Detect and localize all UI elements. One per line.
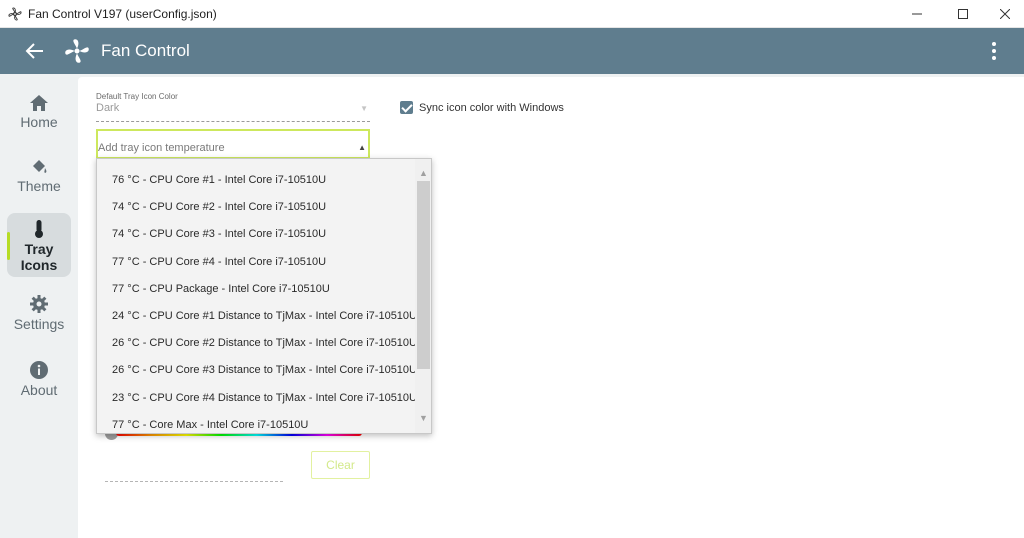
- app-title: Fan Control: [101, 41, 190, 60]
- gear-icon: [30, 295, 48, 313]
- scroll-down-icon[interactable]: ▼: [415, 410, 431, 427]
- window-titlebar: Fan Control V197 (userConfig.json): [0, 0, 1024, 28]
- dropdown-option[interactable]: 23 °C - CPU Core #4 Distance to TjMax - …: [97, 385, 417, 412]
- dropdown-option[interactable]: 26 °C - CPU Core #2 Distance to TjMax - …: [97, 330, 417, 357]
- clear-button[interactable]: Clear: [311, 451, 370, 479]
- temperature-dropdown-list[interactable]: 76 °C - CPU Core #1 - Intel Core i7-1051…: [96, 158, 432, 434]
- chevron-down-icon: ▼: [360, 104, 368, 113]
- nav-label-home: Home: [20, 114, 58, 130]
- dropdown-option[interactable]: 74 °C - CPU Core #2 - Intel Core i7-1051…: [97, 194, 415, 221]
- arrow-left-icon[interactable]: [24, 40, 46, 62]
- dropdown-items: 76 °C - CPU Core #1 - Intel Core i7-1051…: [97, 159, 417, 433]
- field-underline: [105, 481, 283, 482]
- home-icon: [30, 95, 48, 111]
- add-tray-temperature-combobox[interactable]: Add tray icon temperature ▲: [96, 129, 370, 159]
- dropdown-option[interactable]: 24 °C - CPU Core #1 Distance to TjMax - …: [97, 303, 417, 330]
- scrollbar-thumb[interactable]: [417, 181, 430, 369]
- nav-item-theme[interactable]: Theme: [7, 158, 71, 202]
- sync-icon-color-checkbox[interactable]: [400, 101, 413, 114]
- scroll-up-icon[interactable]: ▲: [415, 165, 431, 182]
- dropdown-option[interactable]: 76 °C - CPU Core #1 - Intel Core i7-1051…: [97, 167, 415, 194]
- dropdown-option[interactable]: 77 °C - CPU Core #4 - Intel Core i7-1051…: [97, 249, 415, 276]
- default-tray-color-label: Default Tray Icon Color: [96, 92, 178, 101]
- close-button[interactable]: [982, 0, 1024, 28]
- dropdown-option[interactable]: 77 °C - Core Max - Intel Core i7-10510U: [97, 412, 415, 433]
- more-vertical-icon[interactable]: [984, 40, 1004, 62]
- nav-item-about[interactable]: About: [7, 360, 71, 404]
- default-tray-color-value: Dark: [96, 102, 120, 114]
- nav-active-indicator: [7, 232, 10, 260]
- minimize-icon: [912, 13, 922, 15]
- nav-label-tray-icons-line1: Tray: [24, 241, 54, 257]
- dropdown-scrollbar[interactable]: ▲ ▼: [415, 159, 431, 433]
- dropdown-option[interactable]: 26 °C - CPU Core #3 Distance to TjMax - …: [97, 357, 417, 384]
- window-title: Fan Control V197 (userConfig.json): [28, 7, 217, 21]
- sync-icon-color-label: Sync icon color with Windows: [419, 101, 564, 114]
- nav-label-theme: Theme: [17, 178, 61, 194]
- nav-item-tray-icons[interactable]: Tray Icons: [7, 213, 71, 277]
- maximize-icon: [958, 9, 968, 19]
- maximize-button[interactable]: [940, 0, 986, 28]
- app-bar: Fan Control: [0, 28, 1024, 74]
- minimize-button[interactable]: [894, 0, 940, 28]
- nav-label-about: About: [20, 382, 58, 398]
- add-tray-temperature-placeholder: Add tray icon temperature: [98, 142, 225, 154]
- nav-label-settings: Settings: [13, 316, 65, 332]
- close-icon: [1000, 9, 1010, 19]
- default-tray-color-select[interactable]: Dark ▼: [96, 102, 370, 122]
- info-icon: [30, 361, 48, 379]
- chevron-up-icon: ▲: [358, 143, 366, 152]
- dropdown-option[interactable]: 77 °C - CPU Package - Intel Core i7-1051…: [97, 276, 415, 303]
- paint-bucket-icon: [33, 160, 47, 173]
- dropdown-option[interactable]: 74 °C - CPU Core #3 - Intel Core i7-1051…: [97, 221, 415, 248]
- sync-icon-color-option[interactable]: Sync icon color with Windows: [400, 101, 564, 114]
- thermometer-icon: [35, 220, 43, 238]
- nav-label-tray-icons-line2: Icons: [20, 257, 58, 273]
- nav-item-home[interactable]: Home: [7, 94, 71, 138]
- fan-icon: [8, 7, 22, 21]
- fan-icon: [65, 39, 89, 63]
- nav-item-settings[interactable]: Settings: [7, 294, 71, 338]
